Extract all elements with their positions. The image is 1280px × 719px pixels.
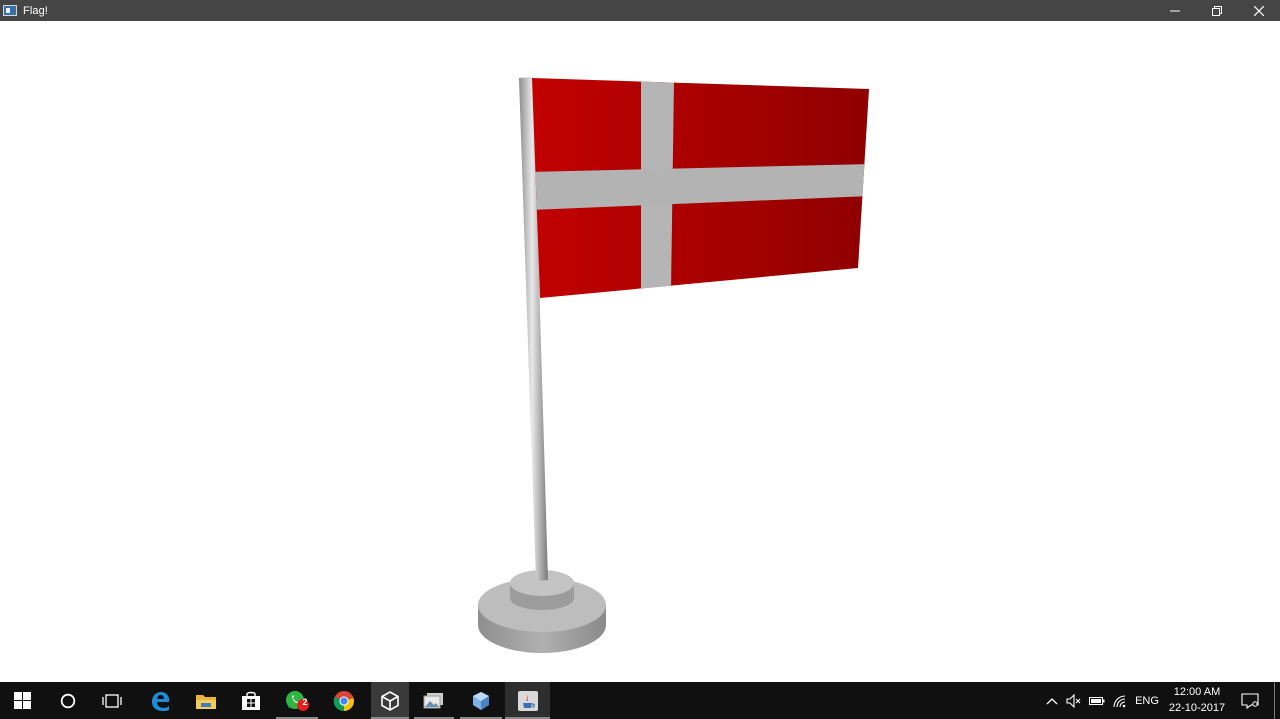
battery-icon xyxy=(1089,696,1105,705)
language-button[interactable]: ENG xyxy=(1133,682,1161,719)
close-button[interactable] xyxy=(1238,0,1280,21)
unity-icon xyxy=(381,690,399,711)
show-desktop-button[interactable] xyxy=(1274,682,1275,719)
edge-icon xyxy=(152,691,170,711)
chevron-up-icon xyxy=(1046,697,1058,704)
store-button[interactable] xyxy=(229,682,273,719)
taskbar: 2 ENG 12:00 AM 22-10-2017 xyxy=(0,682,1280,719)
action-center-icon xyxy=(1241,692,1259,709)
task-view-icon xyxy=(102,693,122,708)
volume-muted-icon xyxy=(1066,693,1081,708)
restore-button[interactable] xyxy=(1196,0,1238,21)
whatsapp-button[interactable]: 2 xyxy=(276,682,318,719)
wifi-icon xyxy=(1113,694,1126,707)
clock-button[interactable]: 12:00 AM 22-10-2017 xyxy=(1165,684,1229,716)
battery-button[interactable] xyxy=(1087,682,1107,719)
start-icon xyxy=(13,692,31,709)
action-center-button[interactable] xyxy=(1237,682,1263,719)
edge-button[interactable] xyxy=(138,682,182,719)
minimize-button[interactable] xyxy=(1154,0,1196,21)
app-icon xyxy=(3,5,17,16)
file-explorer-button[interactable] xyxy=(184,682,228,719)
danish-flag xyxy=(532,78,869,298)
java-icon xyxy=(517,690,538,711)
whatsapp-badge: 2 xyxy=(302,697,308,707)
photos-button[interactable] xyxy=(414,682,454,719)
restore-icon xyxy=(1212,5,1222,16)
unity-button[interactable] xyxy=(371,682,409,719)
clock-date: 22-10-2017 xyxy=(1168,702,1226,714)
show-hidden-icons-button[interactable] xyxy=(1043,682,1061,719)
flag-base xyxy=(478,570,606,653)
window-title: Flag! xyxy=(23,4,48,17)
photos-icon xyxy=(423,692,443,708)
virtualbox-button[interactable] xyxy=(460,682,502,719)
cortana-icon xyxy=(60,693,76,708)
close-icon xyxy=(1254,5,1264,16)
clock-time: 12:00 AM xyxy=(1173,686,1221,698)
java-button[interactable] xyxy=(505,682,550,719)
file-explorer-icon xyxy=(196,694,216,709)
volume-button[interactable] xyxy=(1064,682,1084,719)
network-button[interactable] xyxy=(1110,682,1130,719)
store-icon xyxy=(242,691,260,710)
task-view-button[interactable] xyxy=(90,682,134,719)
language-indicator: ENG xyxy=(1135,694,1159,707)
chrome-icon xyxy=(333,690,354,711)
chrome-button[interactable] xyxy=(322,682,366,719)
render-viewport[interactable] xyxy=(0,21,1280,682)
window-controls xyxy=(1154,0,1280,21)
flag-scene xyxy=(478,77,869,653)
start-button[interactable] xyxy=(0,682,44,719)
window-titlebar: Flag! xyxy=(0,0,1280,21)
minimize-icon xyxy=(1170,10,1180,11)
virtualbox-icon xyxy=(473,691,489,710)
cortana-button[interactable] xyxy=(46,682,90,719)
